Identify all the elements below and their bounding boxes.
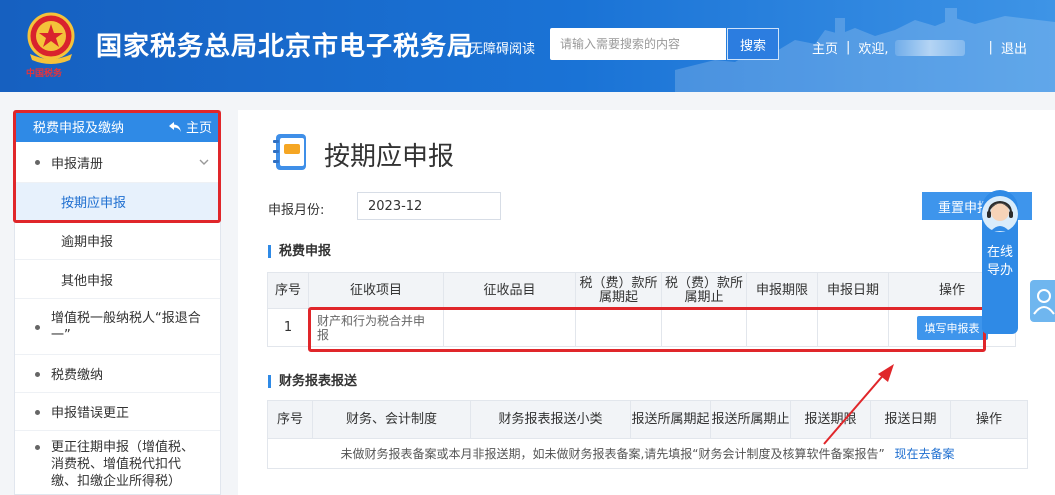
welcome-text: 欢迎, <box>858 42 889 57</box>
side-user-widget[interactable] <box>1030 280 1055 322</box>
nav-home-link[interactable]: 主页 <box>812 38 838 57</box>
main-panel: 按期应申报 申报月份: 2023-12 重置申报 税费申报 序号 征收项目 征收… <box>238 110 1055 495</box>
column-header: 财务报表报送小类 <box>470 400 631 439</box>
table-header-row: 序号 征收项目 征收品目 税（费）款所属期起 税（费）款所属期止 申报期限 申报… <box>267 272 1016 309</box>
blurred-username <box>894 39 965 56</box>
guide-label: 在线导办 <box>986 245 1013 278</box>
column-header: 序号 <box>267 400 313 439</box>
sidebar-item-tax-payment[interactable]: 税费缴纳 <box>15 355 220 393</box>
agent-avatar-icon <box>982 196 1018 232</box>
finance-section-title: 财务报表报送 <box>268 375 357 388</box>
go-register-link[interactable]: 现在去备案 <box>895 447 955 461</box>
sidebar-title: 税费申报及缴纳 <box>33 121 125 136</box>
nav-separator: | <box>846 40 851 55</box>
notice-text: 未做财务报表备案或本月非报送期，如未做财务报表备案,请先填报“财务会计制度及核算… <box>340 447 885 461</box>
finance-notice: 未做财务报表备案或本月非报送期，如未做财务报表备案,请先填报“财务会计制度及核算… <box>267 438 1028 469</box>
column-header: 征收项目 <box>308 272 444 309</box>
table-row: 未做财务报表备案或本月非报送期，如未做财务报表备案,请先填报“财务会计制度及核算… <box>267 438 1028 469</box>
bullet-icon <box>35 160 40 165</box>
month-label: 申报月份: <box>268 203 325 218</box>
table-row: 1 财产和行为税合并申报 填写申报表 <box>267 308 1016 347</box>
column-header: 报送所属期起 <box>630 400 711 439</box>
sidebar-item-error-correction[interactable]: 申报错误更正 <box>15 393 220 431</box>
sidebar-item-label: 申报错误更正 <box>51 406 130 421</box>
logout-link[interactable]: 退出 <box>1001 38 1027 57</box>
sidebar-item-label: 税费缴纳 <box>51 368 104 383</box>
table-header-row: 序号 财务、会计制度 财务报表报送小类 报送所属期起 报送所属期止 报送期限 报… <box>267 400 1028 439</box>
sidebar-home-label: 主页 <box>185 121 212 136</box>
sidebar-home-link[interactable]: 主页 <box>168 117 212 136</box>
column-header: 序号 <box>267 272 309 309</box>
column-header: 申报日期 <box>817 272 889 309</box>
user-icon <box>1033 289 1055 315</box>
sidebar-item-label: 更正往期申报（增值税、消费税、增值税代扣代缴、扣缴企业所得税） <box>51 440 195 489</box>
empty-cell <box>443 308 576 347</box>
sidebar-header: 税费申报及缴纳 主页 <box>15 111 220 142</box>
empty-cell <box>746 308 818 347</box>
tax-declaration-table: 序号 征收项目 征收品目 税（费）款所属期起 税（费）款所属期止 申报期限 申报… <box>267 272 1016 347</box>
header-nav: 主页 | 欢迎, | 退出 <box>812 38 1027 57</box>
sidebar-item-declaration-list[interactable]: 申报清册 <box>15 142 220 183</box>
sidebar-item-label: 逾期申报 <box>61 234 114 250</box>
empty-cell <box>817 308 889 347</box>
bullet-icon <box>35 409 40 415</box>
bullet-icon <box>35 371 40 377</box>
column-header: 税（费）款所属期止 <box>661 272 747 309</box>
search-button[interactable]: 搜索 <box>727 28 779 60</box>
bullet-icon <box>35 324 40 330</box>
site-title: 国家税务总局北京市电子税务局 <box>96 32 475 62</box>
annotation-arrow-icon <box>823 364 894 445</box>
tax-section-title: 税费申报 <box>268 245 331 258</box>
nav-separator: | <box>988 40 993 55</box>
empty-cell <box>661 308 747 347</box>
finance-report-table: 序号 财务、会计制度 财务报表报送小类 报送所属期起 报送所属期止 报送期限 报… <box>267 400 1028 469</box>
column-header: 操作 <box>950 400 1028 439</box>
column-header: 税（费）款所属期起 <box>575 272 662 309</box>
search-input[interactable] <box>550 28 726 60</box>
column-header: 财务、会计制度 <box>312 400 471 439</box>
sidebar: 税费申报及缴纳 主页 申报清册 按期应申报 逾期申报 其他申报 增值税一般纳税人… <box>14 110 221 495</box>
fill-form-button[interactable]: 填写申报表 <box>916 315 988 340</box>
emblem-caption: 中国税务 <box>26 69 63 79</box>
sidebar-item-overdue-declaration[interactable]: 逾期申报 <box>15 221 220 260</box>
column-header: 征收品目 <box>443 272 576 309</box>
back-arrow-icon <box>168 121 181 132</box>
sidebar-item-label: 其他申报 <box>61 273 114 289</box>
row-index: 1 <box>267 308 309 347</box>
column-header: 申报期限 <box>746 272 818 309</box>
empty-cell <box>575 308 662 347</box>
sidebar-item-label: 申报清册 <box>51 156 104 172</box>
sidebar-item-label: 增值税一般纳税人“报退合一” <box>51 310 201 343</box>
online-guide-widget[interactable]: 在线导办 <box>982 190 1018 334</box>
notebook-icon <box>273 134 306 170</box>
sidebar-item-vat-refund[interactable]: 增值税一般纳税人“报退合一” <box>15 299 220 355</box>
sidebar-item-periodic-declaration[interactable]: 按期应申报 <box>15 183 220 221</box>
tax-item-cell: 财产和行为税合并申报 <box>308 308 444 347</box>
column-header: 报送所属期止 <box>710 400 791 439</box>
sidebar-item-past-correction[interactable]: 更正往期申报（增值税、消费税、增值税代扣代缴、扣缴企业所得税） <box>15 431 220 495</box>
month-input[interactable]: 2023-12 <box>357 192 501 220</box>
page-title: 按期应申报 <box>324 142 455 172</box>
accessibility-link[interactable]: 无障碍阅读 <box>470 38 535 57</box>
sidebar-item-label: 按期应申报 <box>61 196 127 211</box>
bullet-icon <box>35 445 40 450</box>
header: 中国税务 国家税务总局北京市电子税务局 无障碍阅读 搜索 主页 | 欢迎, | … <box>0 0 1055 92</box>
chevron-down-icon <box>199 159 209 165</box>
sidebar-item-other-declaration[interactable]: 其他申报 <box>15 260 220 299</box>
